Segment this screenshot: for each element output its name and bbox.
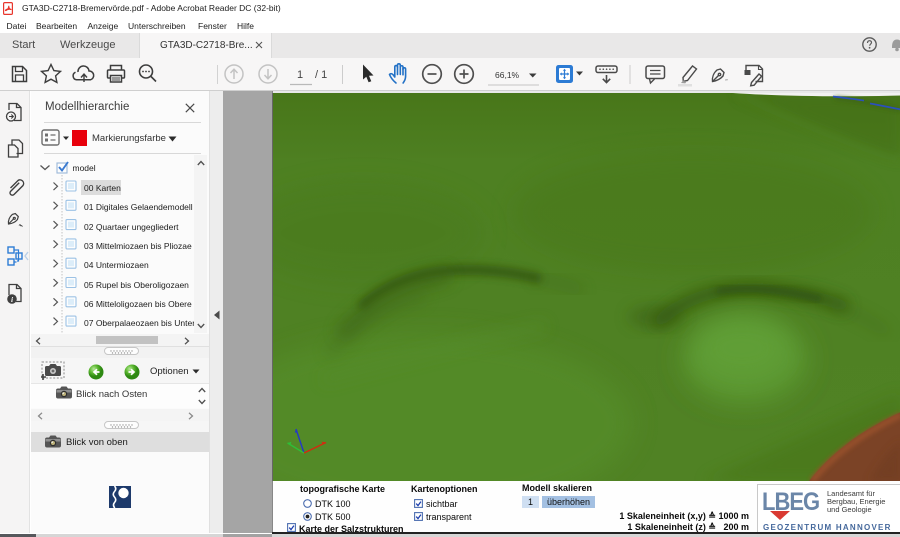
- svg-text:66,1%: 66,1%: [495, 70, 520, 80]
- svg-text:1: 1: [297, 69, 303, 81]
- svg-text:/ 1: / 1: [315, 69, 327, 81]
- svg-text:⁡ʹʹ: ⁡ʹʹ: [725, 79, 728, 86]
